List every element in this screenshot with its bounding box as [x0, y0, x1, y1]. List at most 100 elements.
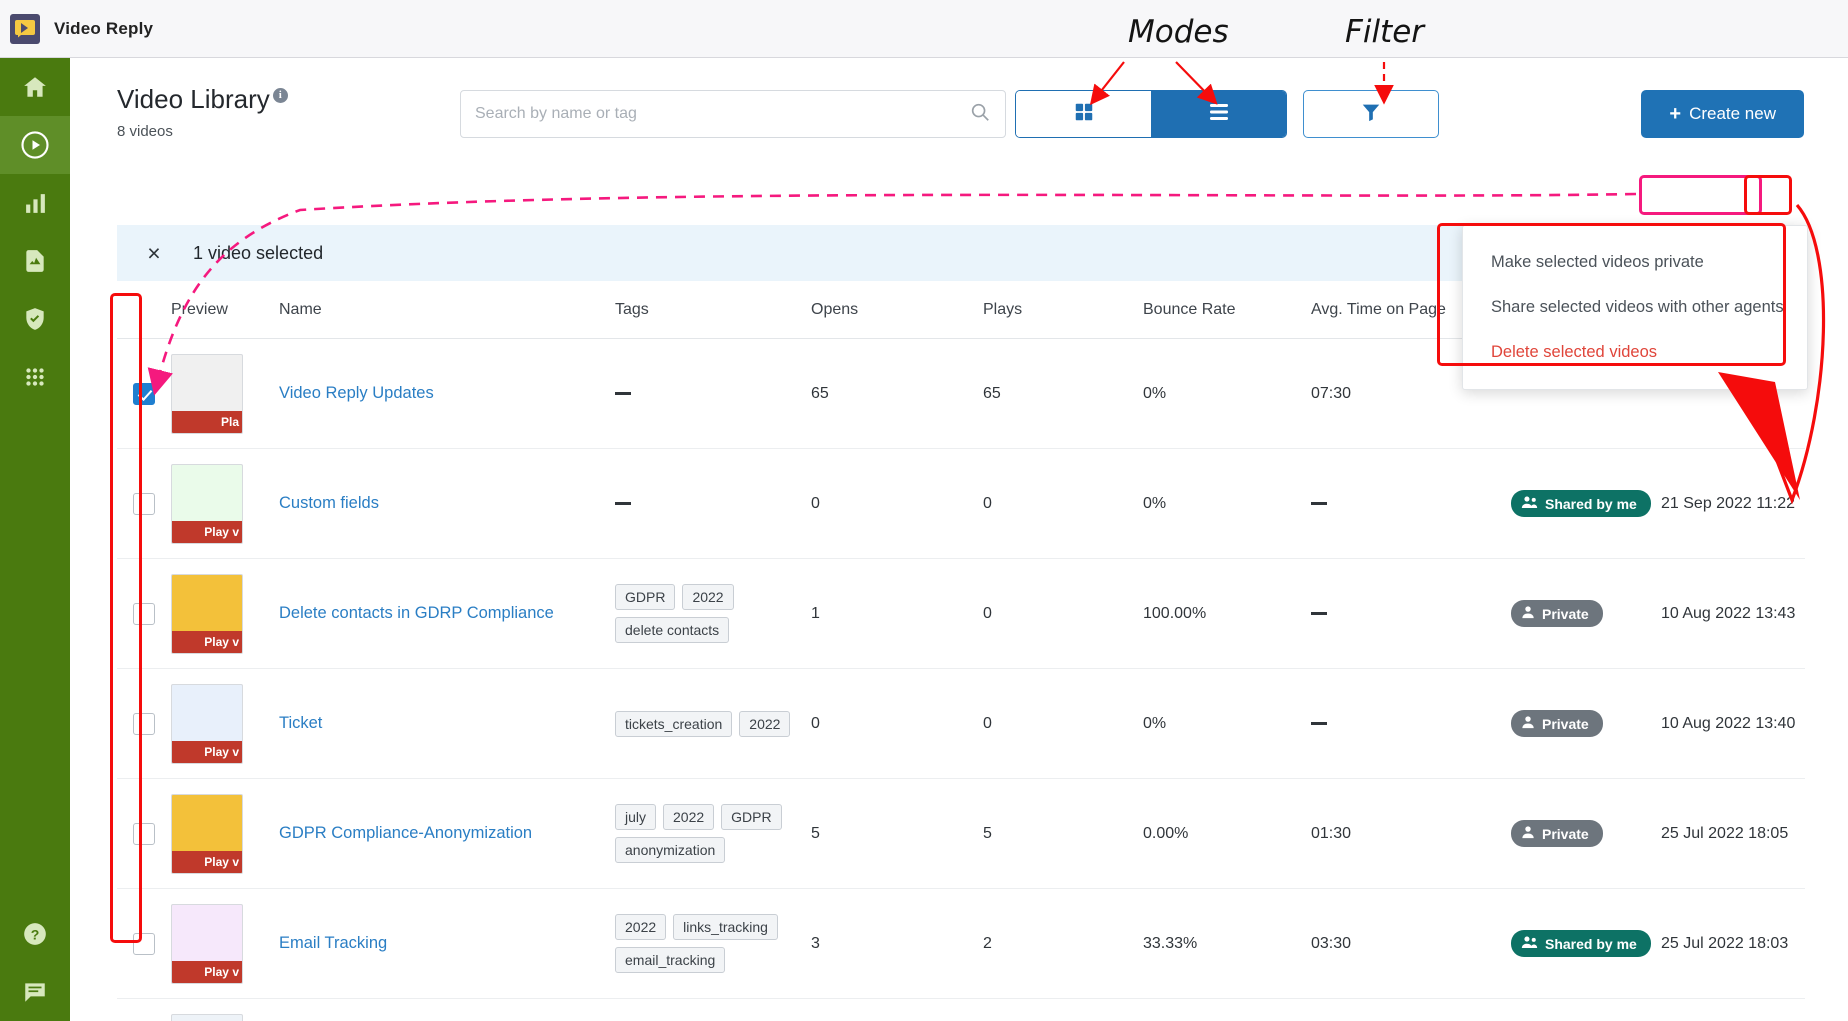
funnel-icon: [1360, 101, 1382, 128]
search-input[interactable]: [475, 105, 969, 123]
column-header-plays: Plays: [983, 300, 1023, 318]
visibility-badge[interactable]: Shared by me: [1511, 490, 1651, 517]
row-checkbox[interactable]: [133, 382, 155, 405]
tag-chip[interactable]: july: [615, 804, 657, 830]
list-icon: [1207, 102, 1231, 127]
row-checkbox[interactable]: [133, 822, 155, 845]
play-video-label[interactable]: Play v: [172, 630, 242, 653]
sidebar-bottom-group: ?: [0, 905, 70, 1021]
video-thumbnail[interactable]: Pla: [171, 353, 243, 434]
sidebar-item-security[interactable]: [0, 290, 70, 348]
video-reply-logo-icon: [10, 13, 40, 44]
row-checkbox[interactable]: [133, 932, 155, 955]
video-thumbnail[interactable]: Play v: [171, 903, 243, 984]
table-row: Play v Delete contacts in GDRP Compliance…: [117, 559, 1848, 669]
tag-chip[interactable]: tickets_creation: [615, 710, 733, 737]
cell-plays: 0: [983, 714, 992, 732]
table-row: Play v GDPR Compliance-Anonymization july 2…: [117, 779, 1848, 889]
sidebar-item-videos[interactable]: [0, 116, 70, 174]
cell-bounce-rate: 0%: [1143, 384, 1167, 402]
search-bar[interactable]: [460, 90, 1006, 138]
table-row: Play v Email Tracking 2022 links_trackingem…: [117, 889, 1848, 999]
row-checkbox[interactable]: [133, 712, 155, 735]
plus-icon: +: [1669, 103, 1682, 125]
column-header-name: Name: [279, 300, 322, 318]
date-label: 10 Aug 2022 13:40: [1661, 714, 1796, 732]
column-header-preview: Preview: [171, 300, 228, 318]
tag-chip[interactable]: links_tracking: [673, 914, 778, 940]
search-icon[interactable]: [969, 101, 991, 128]
play-video-label[interactable]: Play v: [172, 740, 242, 763]
menu-item-share-with-agents[interactable]: Share selected videos with other agents: [1463, 285, 1807, 330]
row-checkbox[interactable]: [133, 602, 155, 625]
filter-button[interactable]: [1303, 90, 1439, 138]
create-new-button[interactable]: + Create new: [1641, 90, 1804, 138]
column-header-opens: Opens: [811, 300, 859, 318]
video-name-link[interactable]: Delete contacts in GDRP Compliance: [279, 604, 554, 622]
cell-bounce-rate: 33.33%: [1143, 934, 1198, 952]
video-thumbnail[interactable]: Play v: [171, 683, 243, 764]
sidebar-item-media[interactable]: [0, 232, 70, 290]
person-icon: [1521, 715, 1535, 732]
play-video-label[interactable]: Play v: [172, 520, 242, 543]
cell-date: 25 Jul 2022 18:03: [1661, 935, 1829, 953]
tag-chip[interactable]: 2022: [739, 710, 791, 737]
list-view-button[interactable]: [1151, 91, 1286, 137]
main-content: Video Library i 8 videos Search by name …: [70, 58, 1848, 1021]
tag-chip[interactable]: GDPR: [615, 584, 676, 610]
cell-opens: 0: [811, 494, 820, 512]
table-row: Play v Ticket tickets_creation 2022 0 0 0% Priv…: [117, 669, 1848, 779]
menu-item-make-private[interactable]: Make selected videos private: [1463, 240, 1807, 285]
video-thumbnail[interactable]: Play v: [171, 463, 243, 544]
tag-chip[interactable]: 2022: [663, 804, 715, 830]
empty-value-dash: [615, 501, 631, 505]
cell-plays: 65: [983, 384, 1001, 402]
play-video-label[interactable]: Play v: [172, 960, 242, 983]
video-thumbnail[interactable]: Play v: [171, 793, 243, 874]
date-label: 10 Aug 2022 13:43: [1661, 604, 1796, 622]
tag-chip[interactable]: GDPR: [721, 804, 782, 830]
cell-avg-time: [1311, 495, 1511, 513]
date-label: 21 Sep 2022 11:22: [1661, 494, 1796, 512]
visibility-badge[interactable]: Shared by me: [1511, 930, 1651, 957]
row-checkbox[interactable]: [133, 492, 155, 515]
cell-visibility: Private: [1511, 710, 1661, 737]
play-video-label[interactable]: Play v: [172, 850, 242, 873]
video-name-link[interactable]: GDPR Compliance-Anonymization: [279, 824, 532, 842]
cell-date: 25 Jul 2022 18:05: [1661, 825, 1829, 843]
visibility-badge[interactable]: Private: [1511, 600, 1603, 627]
sidebar-item-apps[interactable]: [0, 348, 70, 406]
grid-view-button[interactable]: [1016, 91, 1151, 137]
cell-visibility: Private: [1511, 600, 1661, 627]
video-name-link[interactable]: Ticket: [279, 714, 322, 732]
left-sidebar: ?: [0, 58, 70, 1021]
cell-opens: 5: [811, 824, 820, 842]
tag-chip[interactable]: email_tracking: [615, 947, 726, 973]
video-name-link[interactable]: Custom fields: [279, 494, 379, 512]
sidebar-item-home[interactable]: [0, 58, 70, 116]
home-icon: [22, 74, 48, 100]
sidebar-item-feedback[interactable]: [0, 963, 70, 1021]
info-icon[interactable]: i: [272, 87, 288, 103]
video-thumbnail[interactable]: [171, 1013, 243, 1021]
video-thumbnail[interactable]: Play v: [171, 573, 243, 654]
tag-chip[interactable]: anonymization: [615, 837, 726, 863]
tag-chip[interactable]: 2022: [682, 584, 734, 610]
sidebar-item-help[interactable]: ?: [0, 905, 70, 963]
cell-avg-time: [1311, 605, 1511, 623]
tag-chip[interactable]: 2022: [615, 914, 667, 940]
visibility-label: Private: [1542, 715, 1589, 732]
cell-visibility: Shared by me: [1511, 930, 1661, 957]
page-header: Video Library i 8 videos Search by name …: [70, 58, 1848, 156]
play-video-label[interactable]: Pla: [172, 410, 242, 433]
visibility-badge[interactable]: Private: [1511, 710, 1603, 737]
sidebar-item-analytics[interactable]: [0, 174, 70, 232]
video-name-link[interactable]: Email Tracking: [279, 934, 387, 952]
close-icon[interactable]: ×: [139, 238, 169, 268]
visibility-badge[interactable]: Private: [1511, 820, 1603, 847]
menu-item-delete-selected[interactable]: Delete selected videos: [1463, 330, 1807, 375]
video-name-link[interactable]: Video Reply Updates: [279, 384, 434, 402]
cell-visibility: Shared by me: [1511, 490, 1661, 517]
cell-opens: 65: [811, 384, 829, 402]
tag-chip[interactable]: delete contacts: [615, 617, 730, 643]
